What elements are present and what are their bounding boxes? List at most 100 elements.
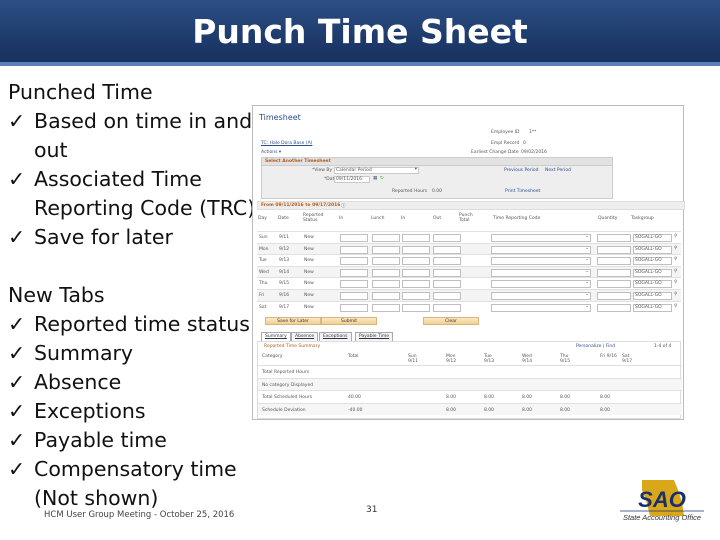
in-time-input-2[interactable] <box>402 234 430 242</box>
lunch-time-input[interactable] <box>372 245 400 254</box>
date-input[interactable]: 09/11/2016 <box>334 176 370 183</box>
quantity-input[interactable] <box>597 303 631 312</box>
in-time-input[interactable] <box>340 292 368 300</box>
previous-period-link[interactable]: Previous Period <box>504 168 538 173</box>
refresh-icon[interactable]: ↻ <box>380 176 384 181</box>
column-header: Taskgroup <box>631 216 654 221</box>
search-icon[interactable]: ⚲ <box>674 257 677 262</box>
in-time-input-2[interactable] <box>402 245 430 254</box>
lunch-time-input[interactable] <box>372 292 400 300</box>
submit-button[interactable]: Submit <box>321 317 377 325</box>
in-time-input-2[interactable] <box>402 303 430 312</box>
clear-button[interactable]: Clear <box>423 317 479 325</box>
trc-select[interactable]: ⌄ <box>491 280 591 289</box>
summary-value: 8.00 <box>522 395 533 400</box>
chevron-down-icon: ⌄ <box>585 268 589 274</box>
trc-select[interactable]: ⌄ <box>491 303 591 312</box>
help-icon[interactable]: ⓘ <box>341 203 346 209</box>
quantity-input[interactable] <box>597 292 631 300</box>
taskgroup-input[interactable]: SOGALL-GO <box>633 268 672 277</box>
search-icon[interactable]: ⚲ <box>674 269 677 274</box>
search-icon[interactable]: ⚲ <box>674 304 677 309</box>
in-time-input[interactable] <box>340 245 368 254</box>
in-time-input-2[interactable] <box>402 268 430 277</box>
trc-select[interactable]: ⌄ <box>491 245 591 254</box>
in-time-input[interactable] <box>340 268 368 277</box>
lunch-time-input[interactable] <box>372 268 400 277</box>
out-time-input[interactable] <box>433 303 461 312</box>
trc-select[interactable]: ⌄ <box>491 234 591 242</box>
taskgroup-input[interactable]: SOGALL-GO <box>633 292 672 300</box>
summary-category: Total Reported Hours <box>262 370 310 375</box>
quantity-input[interactable] <box>597 257 631 266</box>
search-icon[interactable]: ⚲ <box>674 292 677 297</box>
calendar-icon[interactable]: ▦ <box>373 176 377 181</box>
out-time-input[interactable] <box>433 292 461 300</box>
tab-exceptions[interactable]: Exceptions <box>319 332 352 341</box>
tab-summary[interactable]: Summary <box>261 332 291 341</box>
in-time-input[interactable] <box>340 257 368 266</box>
in-time-input-2[interactable] <box>402 292 430 300</box>
print-timesheet-link[interactable]: Print Timesheet <box>505 189 540 194</box>
reported-status: New <box>304 293 314 298</box>
out-time-input[interactable] <box>433 280 461 289</box>
lunch-time-input[interactable] <box>372 280 400 289</box>
out-time-input[interactable] <box>433 234 461 242</box>
summary-column-header: Wed 9/14 <box>522 354 533 364</box>
out-time-input[interactable] <box>433 268 461 277</box>
taskgroup-input[interactable]: SOGALL-GO <box>633 245 672 254</box>
bullet-text: Compensatory time (Not shown) <box>34 457 237 510</box>
in-time-input[interactable] <box>340 234 368 242</box>
table-row: Sun 9/11 New ⌄ SOGALL-GO ⚲ <box>257 231 681 243</box>
search-icon[interactable]: ⚲ <box>674 234 677 239</box>
summary-row: Schedule Deviation -40.00 8.00 8.00 8.00 8.00… <box>258 402 682 415</box>
out-time-input[interactable] <box>433 245 461 254</box>
actions-menu[interactable]: Actions ▾ <box>261 150 281 155</box>
quantity-input[interactable] <box>597 268 631 277</box>
check-icon: ✓ <box>8 341 26 365</box>
in-time-input-2[interactable] <box>402 280 430 289</box>
lunch-time-input[interactable] <box>372 303 400 312</box>
tab-absence[interactable]: Absence <box>291 332 319 341</box>
taskgroup-input[interactable]: SOGALL-GO <box>633 280 672 289</box>
trc-select[interactable]: ⌄ <box>491 292 591 300</box>
search-icon[interactable]: ⚲ <box>674 246 677 251</box>
quantity-input[interactable] <box>597 280 631 289</box>
table-row: Sat 9/17 New ⌄ SOGALL-GO ⚲ <box>257 300 681 313</box>
employee-link[interactable]: TC: Hale Dora Base (A) <box>261 141 312 146</box>
out-time-input[interactable] <box>433 257 461 266</box>
lunch-time-input[interactable] <box>372 257 400 266</box>
page-number: 31 <box>366 505 378 515</box>
search-icon[interactable]: ⚲ <box>674 280 677 285</box>
reported-hours-label: Reported Hours <box>392 189 428 194</box>
view-by-select[interactable]: Calendar Period ▾ <box>334 167 419 174</box>
lunch-time-input[interactable] <box>372 234 400 242</box>
personalize-find-link[interactable]: Personalize | Find <box>576 344 615 349</box>
quantity-input[interactable] <box>597 234 631 242</box>
trc-select[interactable]: ⌄ <box>491 257 591 266</box>
quantity-input[interactable] <box>597 245 631 254</box>
empl-record-label: Empl Record <box>491 141 520 146</box>
taskgroup-input[interactable]: SOGALL-GO <box>633 303 672 312</box>
in-time-input[interactable] <box>340 280 368 289</box>
check-icon: ✓ <box>8 109 26 133</box>
trc-select[interactable]: ⌄ <box>491 268 591 277</box>
day: Tue <box>259 258 267 264</box>
save-for-later-button[interactable]: Save for Later <box>265 317 321 325</box>
summary-title: Reported Time Summary <box>264 344 321 349</box>
next-period-link[interactable]: Next Period <box>545 168 571 173</box>
tab-payable-time[interactable]: Payable Time <box>355 332 394 341</box>
taskgroup-input[interactable]: SOGALL-GO <box>633 257 672 266</box>
day: Mon <box>259 246 269 252</box>
check-icon: ✓ <box>8 457 26 481</box>
chevron-down-icon: ⌄ <box>585 245 589 251</box>
reported-status: New <box>304 235 314 240</box>
taskgroup-input[interactable]: SOGALL-GO <box>633 234 672 242</box>
summary-column-header: Sun 9/11 <box>408 354 419 364</box>
summary-column-header: Sat 9/17 <box>622 354 633 364</box>
table-row: Tue 9/13 New ⌄ SOGALL-GO ⚲ <box>257 254 681 266</box>
date: 9/17 <box>279 304 290 310</box>
in-time-input-2[interactable] <box>402 257 430 266</box>
table-row: Mon 9/12 New ⌄ SOGALL-GO ⚲ <box>257 242 681 255</box>
in-time-input[interactable] <box>340 303 368 312</box>
